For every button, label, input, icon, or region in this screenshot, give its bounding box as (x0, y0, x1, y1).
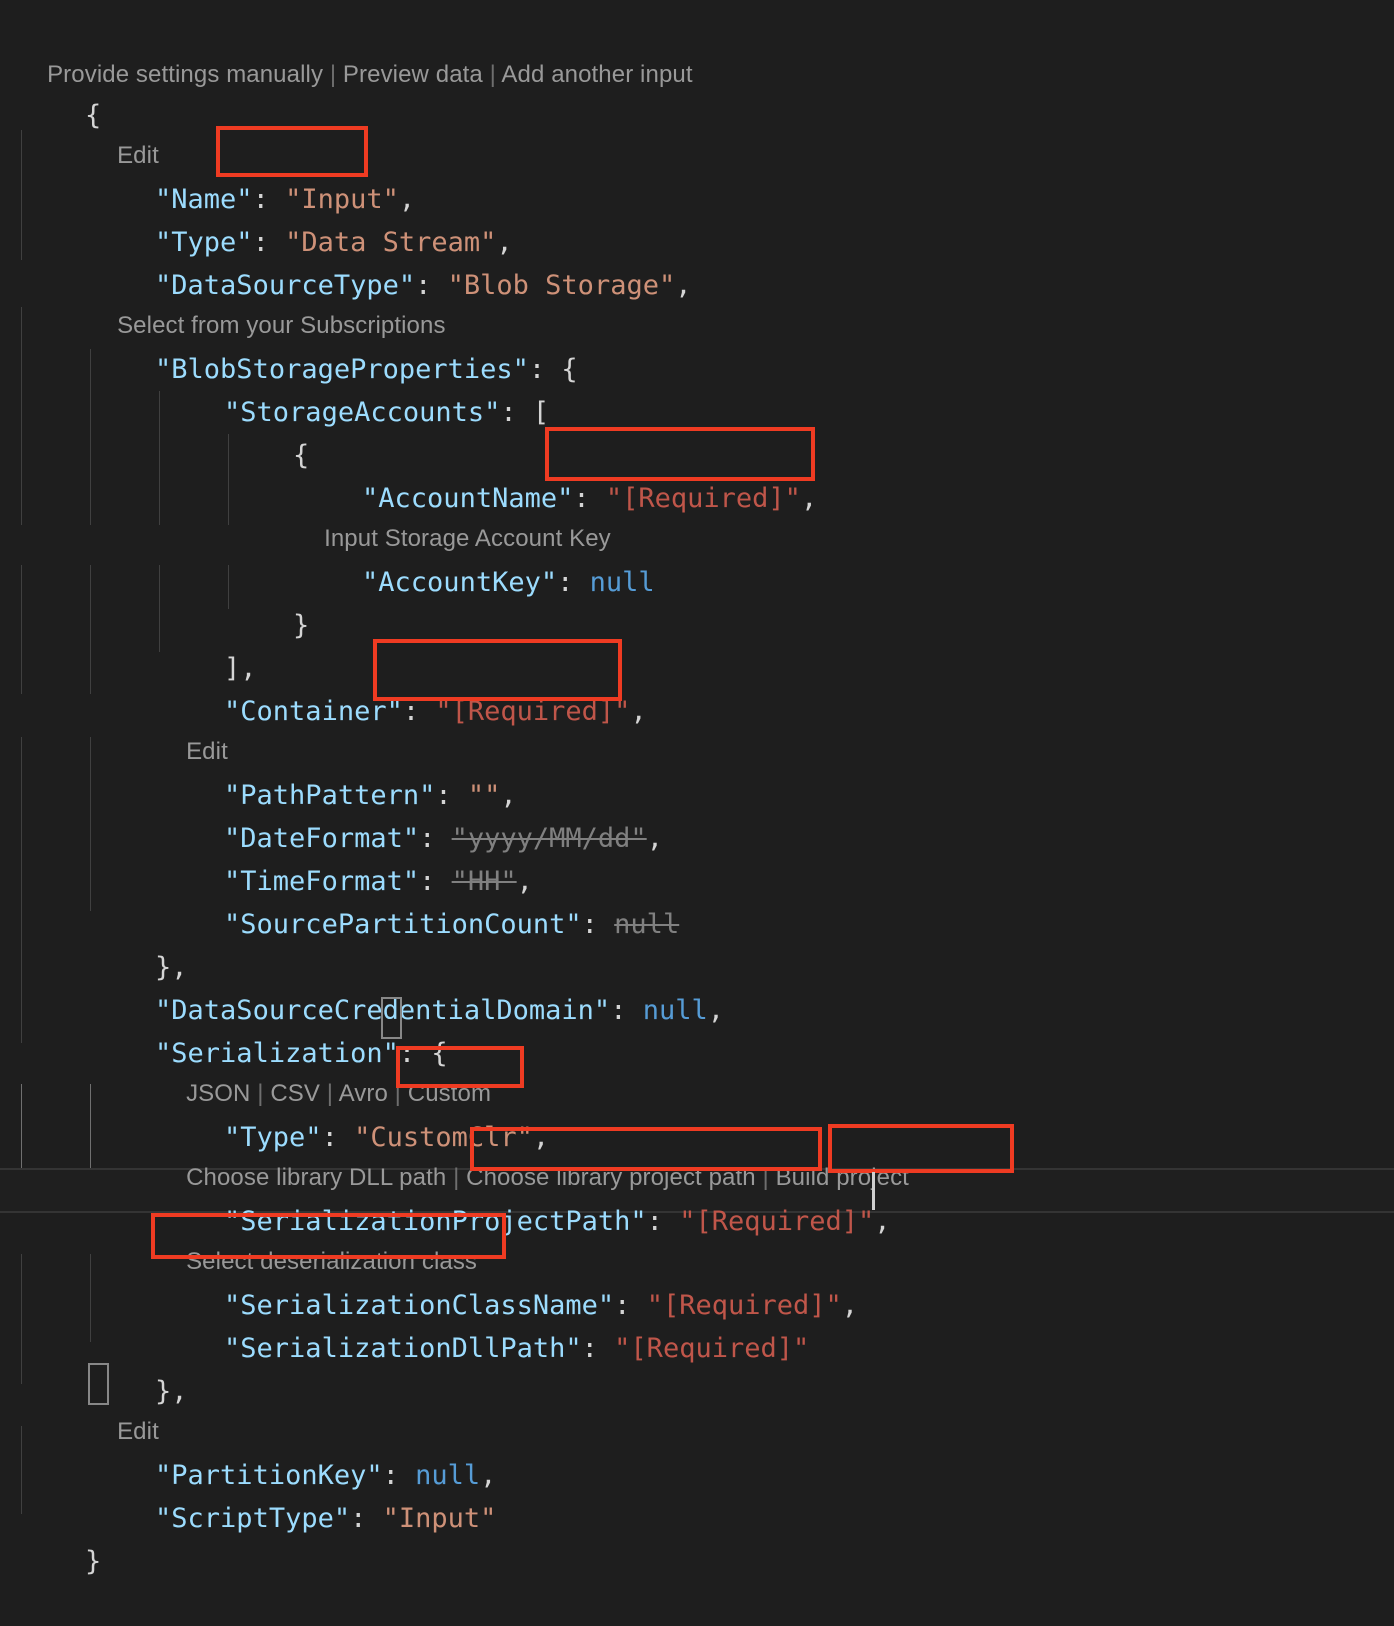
line-source-partition-count: "SourcePartitionCount": null (224, 909, 680, 940)
json-editor[interactable]: Provide settings manually | Preview data… (0, 0, 1394, 1577)
codelens-serialization-formats[interactable]: JSON | CSV | Avro | Custom (0, 1032, 1394, 1107)
line-open-brace: { (85, 100, 102, 131)
line-serialization-dll-path: "SerializationDllPath": "[Required]" (224, 1333, 810, 1364)
line-blob-storage-properties: "BlobStorageProperties": { (155, 354, 578, 385)
codelens-edit-name[interactable]: Edit (0, 94, 1394, 169)
line-storage-accounts: "StorageAccounts": [ (224, 397, 550, 428)
text-cursor (872, 1172, 875, 1210)
line-account-key: "AccountKey": null (362, 567, 655, 598)
line-serialization: "Serialization": { (155, 1038, 448, 1069)
line-container: "Container": "[Required]", (224, 696, 647, 727)
line-account-open-brace: { (293, 440, 310, 471)
codelens-edit-partition[interactable]: Edit (0, 1370, 1394, 1445)
codelens-library-actions[interactable]: Choose library DLL path | Choose library… (0, 1116, 1394, 1191)
line-serialization-class-name: "SerializationClassName": "[Required]", (224, 1290, 859, 1321)
codelens-select-subscriptions[interactable]: Select from your Subscriptions (0, 264, 1394, 339)
line-serialization-type: "Type": "CustomClr", (224, 1122, 550, 1153)
codelens-input-storage-account-key[interactable]: Input Storage Account Key (0, 477, 1394, 552)
line-storage-accounts-close: ], (224, 653, 257, 684)
line-data-source-type: "DataSourceType": "Blob Storage", (155, 270, 692, 301)
line-account-close-brace: } (293, 610, 310, 641)
codelens-edit-path[interactable]: Edit (0, 690, 1394, 765)
codelens-select-deserialization-class[interactable]: Select deserialization class (0, 1200, 1394, 1275)
line-script-type: "ScriptType": "Input" (155, 1503, 497, 1534)
line-serialization-close: }, (0, 1327, 1394, 1407)
line-blob-close: }, (155, 952, 188, 983)
line-type: "Type": "Data Stream", (155, 227, 513, 258)
line-serialization-project-path: "SerializationProjectPath": "[Required]"… (224, 1206, 891, 1237)
line-partition-key: "PartitionKey": null, (155, 1460, 497, 1491)
codelens-header[interactable]: Provide settings manually | Preview data… (0, 0, 1394, 88)
line-credential-domain: "DataSourceCredentialDomain": null, (155, 995, 724, 1026)
line-date-format: "DateFormat": "yyyy/MM/dd", (224, 823, 663, 854)
line-path-pattern: "PathPattern": "", (224, 780, 517, 811)
line-time-format: "TimeFormat": "HH", (224, 866, 533, 897)
line-close-brace: } (85, 1546, 102, 1577)
line-account-name: "AccountName": "[Required]", (362, 483, 818, 514)
line-name: "Name": "Input", (155, 184, 416, 215)
